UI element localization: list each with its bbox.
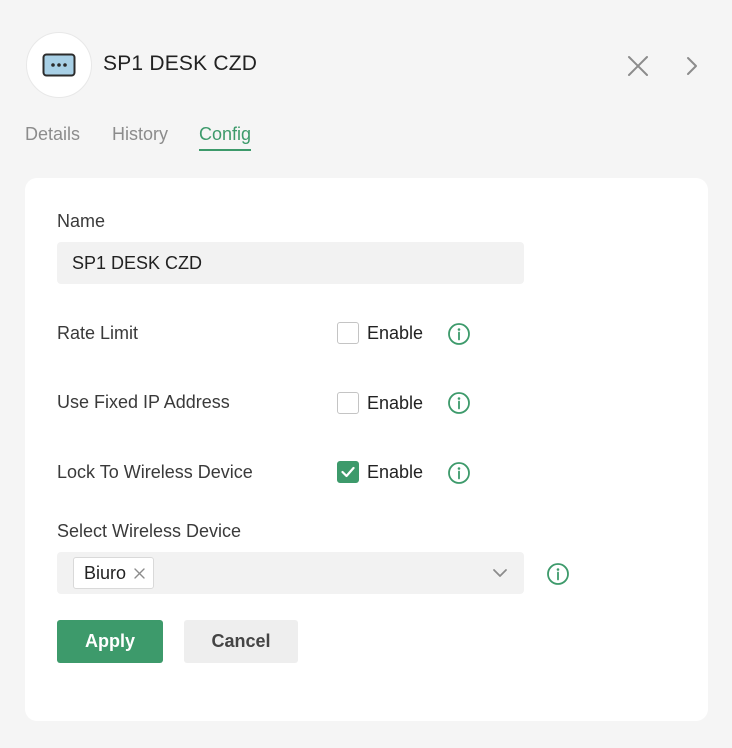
selected-tag: Biuro — [73, 557, 155, 589]
panel-header: SP1 DESK CZD — [26, 32, 706, 98]
device-avatar — [26, 32, 92, 98]
next-button[interactable] — [678, 52, 706, 80]
device-title: SP1 DESK CZD — [103, 52, 258, 75]
rate-limit-label: Rate Limit — [57, 323, 139, 343]
ethernet-port-icon — [42, 53, 76, 77]
lock-wireless-info-icon[interactable] — [447, 461, 471, 485]
remove-tag-button[interactable] — [134, 567, 145, 579]
wireless-device-select[interactable]: Biuro — [57, 552, 524, 594]
lock-wireless-enable-label[interactable]: Enable — [367, 462, 423, 483]
close-icon — [134, 567, 145, 579]
rate-limit-checkbox[interactable] — [337, 322, 359, 344]
chevron-right-icon — [687, 57, 697, 75]
fixed-ip-enable-label[interactable]: Enable — [367, 393, 423, 414]
config-card: Name Rate Limit Enable Use Fixed IP Addr… — [25, 178, 708, 721]
name-input[interactable] — [57, 242, 524, 284]
tab-history[interactable]: History — [112, 124, 168, 149]
rate-limit-info-icon[interactable] — [447, 322, 471, 346]
lock-wireless-label: Lock To Wireless Device — [57, 462, 253, 482]
name-label: Name — [57, 211, 106, 231]
lock-wireless-enable: Enable — [337, 461, 423, 483]
apply-button[interactable]: Apply — [57, 620, 163, 663]
fixed-ip-checkbox[interactable] — [337, 392, 359, 414]
fixed-ip-enable: Enable — [337, 392, 423, 414]
tab-config[interactable]: Config — [199, 124, 252, 151]
close-button[interactable] — [624, 52, 652, 80]
close-icon — [628, 56, 648, 76]
cancel-button[interactable]: Cancel — [184, 620, 298, 663]
chevron-down-icon — [493, 569, 507, 577]
fixed-ip-label: Use Fixed IP Address — [57, 392, 230, 412]
lock-wireless-checkbox[interactable] — [337, 461, 359, 483]
fixed-ip-info-icon[interactable] — [447, 391, 471, 415]
select-wireless-info-icon[interactable] — [546, 562, 570, 586]
rate-limit-enable: Enable — [337, 322, 423, 344]
checkmark-icon — [341, 466, 355, 478]
tab-details[interactable]: Details — [25, 124, 80, 149]
selected-tag-label: Biuro — [84, 562, 127, 583]
rate-limit-enable-label[interactable]: Enable — [367, 323, 423, 344]
select-wireless-label: Select Wireless Device — [57, 521, 242, 541]
